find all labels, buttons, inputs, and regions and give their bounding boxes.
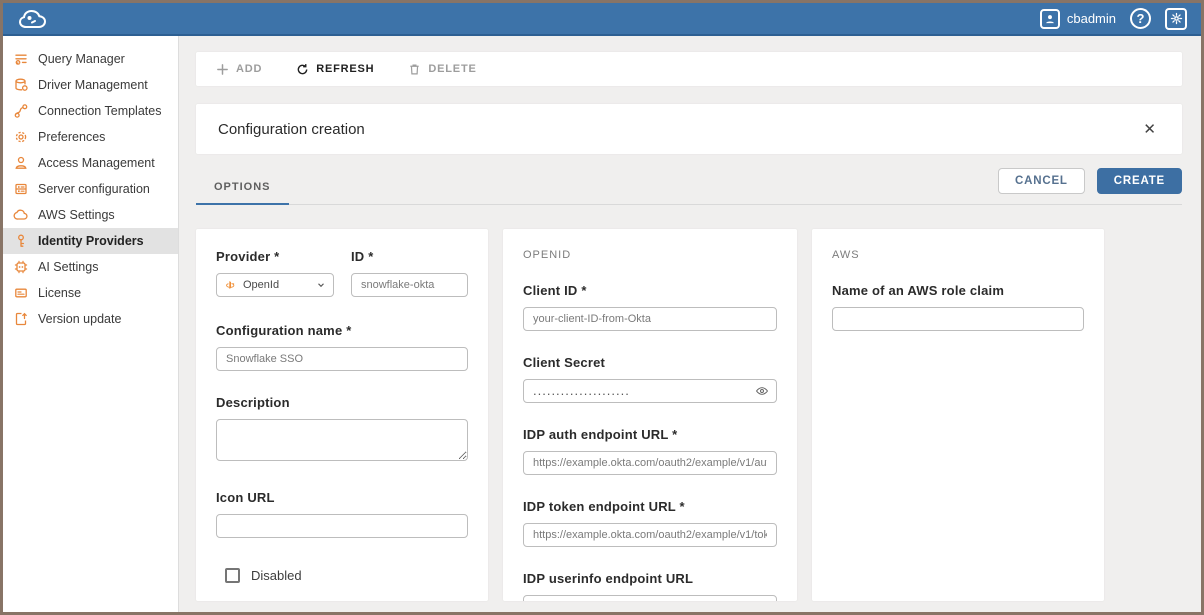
page-title: Configuration creation [218, 121, 365, 138]
idp-auth-endpoint-field[interactable] [523, 451, 777, 475]
sidebar: Query Manager Driver Management Connecti… [3, 36, 179, 612]
id-field[interactable] [351, 273, 468, 297]
toolbar: ADD REFRESH DELETE [196, 52, 1182, 86]
tab-options[interactable]: OPTIONS [196, 173, 289, 205]
provider-label: Provider * [216, 249, 334, 264]
create-button[interactable]: CREATE [1097, 168, 1182, 194]
ai-settings-icon [13, 259, 29, 275]
configuration-name-label: Configuration name * [216, 323, 468, 338]
close-icon[interactable]: ✕ [1139, 118, 1160, 141]
id-label: ID * [351, 249, 468, 264]
disabled-checkbox-row[interactable]: Disabled [225, 568, 468, 583]
description-label: Description [216, 395, 468, 410]
sidebar-item-preferences[interactable]: Preferences [3, 124, 178, 150]
preferences-icon [13, 129, 29, 145]
card-openid: OPENID Client ID * Client Secret .......… [503, 229, 797, 601]
sidebar-item-aws-settings[interactable]: AWS Settings [3, 202, 178, 228]
help-icon[interactable]: ? [1130, 8, 1151, 29]
provider-value: OpenId [243, 279, 279, 291]
refresh-button[interactable]: REFRESH [296, 63, 374, 76]
client-secret-masked-value: ..................... [533, 381, 767, 401]
access-management-icon [13, 155, 29, 171]
user-icon [1040, 9, 1060, 29]
idp-auth-endpoint-label: IDP auth endpoint URL * [523, 427, 777, 442]
license-icon [13, 285, 29, 301]
delete-button[interactable]: DELETE [408, 63, 476, 76]
tab-bar: OPTIONS CANCEL CREATE [196, 168, 1182, 205]
configuration-name-field[interactable] [216, 347, 468, 371]
disabled-checkbox[interactable] [225, 568, 240, 583]
aws-role-claim-field[interactable] [832, 307, 1084, 331]
icon-url-label: Icon URL [216, 490, 468, 505]
sidebar-item-identity-providers[interactable]: Identity Providers [3, 228, 178, 254]
plus-icon [216, 63, 229, 76]
aws-section-header: AWS [832, 249, 1084, 261]
user-menu[interactable]: cbadmin [1040, 9, 1116, 29]
username: cbadmin [1067, 11, 1116, 26]
disabled-label: Disabled [251, 568, 302, 583]
idp-userinfo-endpoint-field[interactable] [523, 595, 777, 601]
identity-providers-icon [13, 233, 29, 249]
chevron-down-icon [316, 280, 326, 290]
add-button[interactable]: ADD [216, 63, 262, 76]
version-update-icon [13, 311, 29, 327]
connection-templates-icon [13, 103, 29, 119]
server-configuration-icon [13, 181, 29, 197]
sidebar-item-version-update[interactable]: Version update [3, 306, 178, 332]
sidebar-item-server-configuration[interactable]: Server configuration [3, 176, 178, 202]
provider-select[interactable]: OpenId [216, 273, 334, 297]
description-field[interactable] [216, 419, 468, 461]
sidebar-item-query-manager[interactable]: Query Manager [3, 46, 178, 72]
app-window: cbadmin ? Query Manager [0, 0, 1204, 615]
sidebar-item-driver-management[interactable]: Driver Management [3, 72, 178, 98]
cancel-button[interactable]: CANCEL [998, 168, 1085, 194]
client-secret-field[interactable]: ..................... [523, 379, 777, 403]
trash-icon [408, 63, 421, 76]
form-cards: Provider * OpenId [196, 229, 1182, 601]
client-secret-label: Client Secret [523, 355, 777, 370]
driver-management-icon [13, 77, 29, 93]
idp-token-endpoint-label: IDP token endpoint URL * [523, 499, 777, 514]
panel-header: Configuration creation ✕ [196, 104, 1182, 154]
sidebar-item-connection-templates[interactable]: Connection Templates [3, 98, 178, 124]
idp-userinfo-endpoint-label: IDP userinfo endpoint URL [523, 571, 777, 586]
idp-token-endpoint-field[interactable] [523, 523, 777, 547]
query-manager-icon [13, 51, 29, 67]
sidebar-item-license[interactable]: License [3, 280, 178, 306]
card-general: Provider * OpenId [196, 229, 488, 601]
show-password-eye-icon[interactable] [755, 384, 769, 398]
settings-gear-icon[interactable] [1165, 8, 1187, 30]
icon-url-field[interactable] [216, 514, 468, 538]
topbar: cbadmin ? [3, 3, 1201, 36]
main-content: ADD REFRESH DELETE Configuration creatio… [179, 36, 1201, 612]
client-id-field[interactable] [523, 307, 777, 331]
aws-role-claim-label: Name of an AWS role claim [832, 283, 1084, 298]
openid-section-header: OPENID [523, 249, 777, 261]
aws-settings-icon [13, 207, 29, 223]
client-id-label: Client ID * [523, 283, 777, 298]
app-logo-cloud-icon [15, 5, 59, 33]
sidebar-item-ai-settings[interactable]: AI Settings [3, 254, 178, 280]
card-aws: AWS Name of an AWS role claim [812, 229, 1104, 601]
openid-logo-icon [224, 279, 236, 291]
sidebar-item-access-management[interactable]: Access Management [3, 150, 178, 176]
refresh-icon [296, 63, 309, 76]
